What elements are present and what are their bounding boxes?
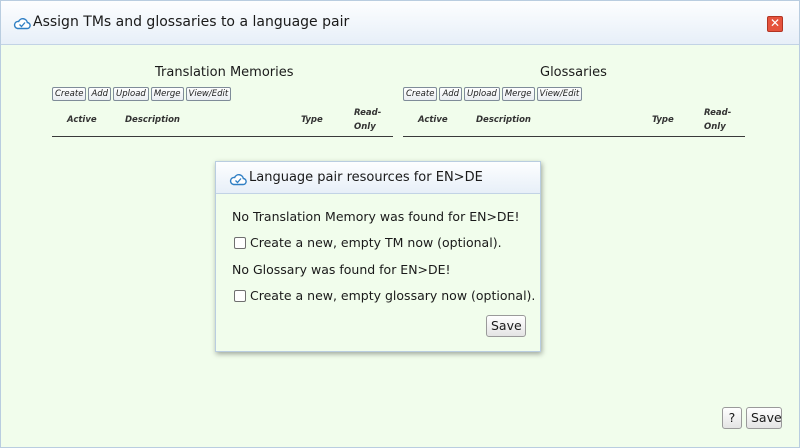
glossary-col-type[interactable]: Type [652,115,674,125]
tm-toolbar: Create Add Upload Merge View/Edit [52,87,232,103]
glossary-header-divider [403,136,745,137]
create-tm-label[interactable]: Create a new, empty TM now (optional). [250,235,502,250]
tm-col-readonly-2: Only [354,122,376,132]
tm-col-active[interactable]: Active [67,115,97,125]
assign-resources-dialog: Assign TMs and glossaries to a language … [0,0,800,448]
tm-view-edit-button[interactable]: View/Edit [185,87,232,101]
tm-header-divider [52,136,393,137]
tm-not-found-message: No Translation Memory was found for EN>D… [232,209,520,224]
create-glossary-option[interactable]: Create a new, empty glossary now (option… [234,288,535,303]
tm-create-button[interactable]: Create [52,87,87,101]
create-glossary-checkbox[interactable] [234,289,246,302]
popup-save-button[interactable]: Save [486,315,526,337]
tm-col-readonly-1[interactable]: Read- [354,108,381,118]
cloud-check-icon [229,174,247,186]
dialog-title: Assign TMs and glossaries to a language … [33,14,350,30]
popup-title: Language pair resources for EN>DE [249,170,483,185]
glossary-col-readonly-2: Only [704,122,726,132]
tm-col-description[interactable]: Description [125,115,180,125]
close-icon: ✕ [769,16,781,30]
glossary-col-readonly-1[interactable]: Read- [704,108,731,118]
help-button[interactable]: ? [722,407,742,429]
tm-section-title: Translation Memories [155,65,294,80]
tm-add-button[interactable]: Add [88,87,112,101]
tm-merge-button[interactable]: Merge [150,87,184,101]
glossary-create-button[interactable]: Create [403,87,438,101]
glossary-upload-button[interactable]: Upload [464,87,500,101]
tm-col-type[interactable]: Type [301,115,323,125]
cloud-check-icon [13,18,31,30]
glossary-merge-button[interactable]: Merge [501,87,535,101]
save-button[interactable]: Save [746,407,782,429]
tm-upload-button[interactable]: Upload [113,87,149,101]
glossary-toolbar: Create Add Upload Merge View/Edit [403,87,583,103]
dialog-titlebar: Assign TMs and glossaries to a language … [1,1,799,45]
glossary-not-found-message: No Glossary was found for EN>DE! [232,262,451,277]
glossary-col-description[interactable]: Description [476,115,531,125]
popup-titlebar: Language pair resources for EN>DE [216,162,540,194]
close-button[interactable]: ✕ [767,16,783,32]
create-tm-option[interactable]: Create a new, empty TM now (optional). [234,235,502,250]
glossary-add-button[interactable]: Add [439,87,463,101]
language-pair-resources-popup: Language pair resources for EN>DE No Tra… [215,161,541,352]
glossary-col-active[interactable]: Active [418,115,448,125]
create-glossary-label[interactable]: Create a new, empty glossary now (option… [250,288,535,303]
create-tm-checkbox[interactable] [234,236,246,249]
glossary-section-title: Glossaries [540,65,607,80]
glossary-view-edit-button[interactable]: View/Edit [536,87,583,101]
